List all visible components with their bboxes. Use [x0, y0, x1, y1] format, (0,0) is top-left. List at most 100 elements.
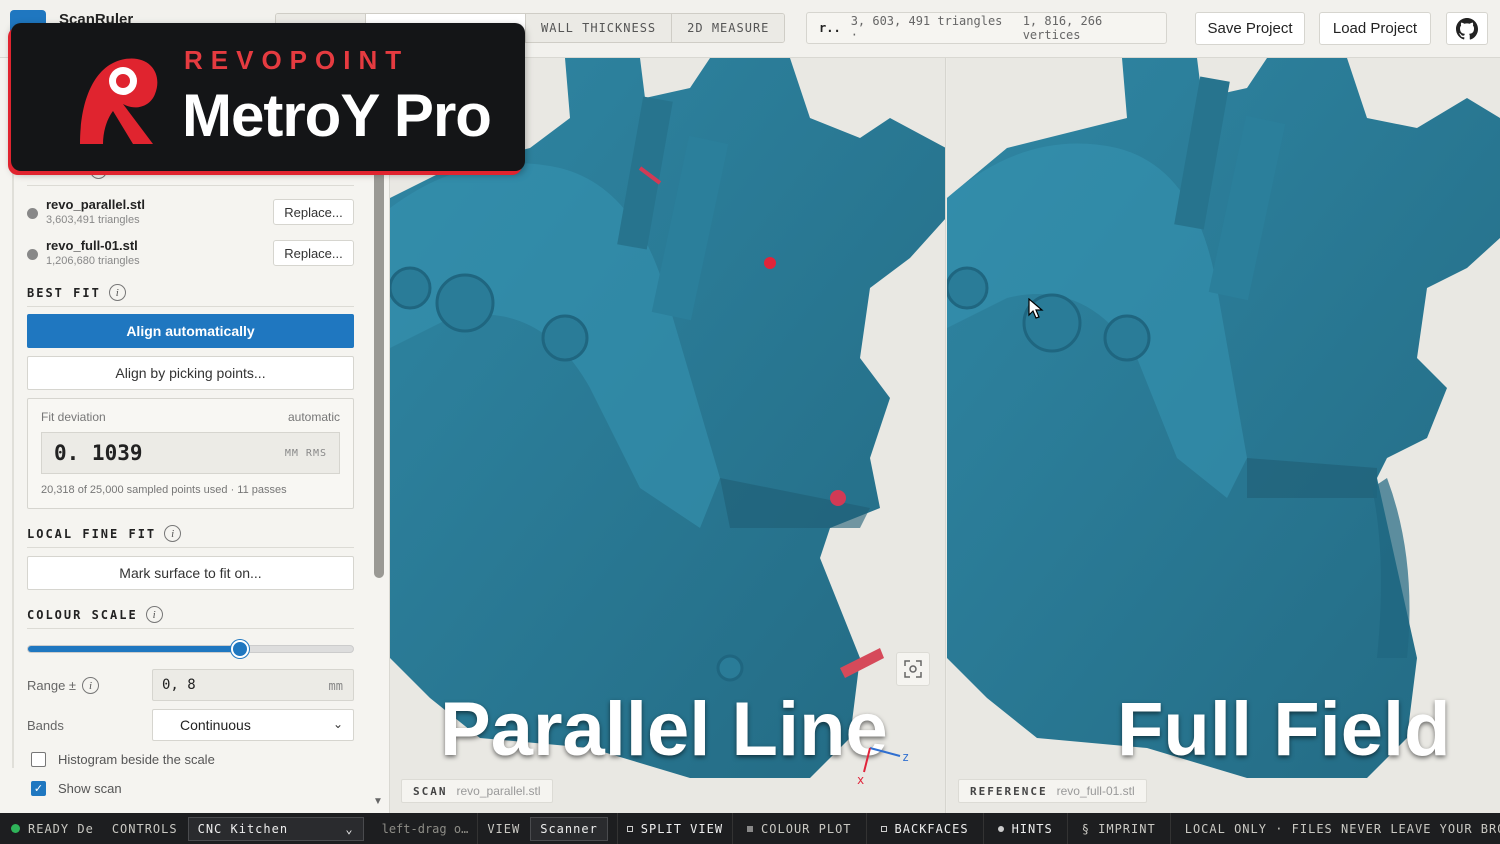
scan-viewport[interactable]: Parallel Line z x SCAN revo_parallel.stl: [390, 58, 946, 813]
best-fit-title-text: BEST FIT: [27, 285, 101, 300]
tab-wall-thickness[interactable]: WALL THICKNESS: [526, 14, 673, 42]
save-project-button[interactable]: Save Project: [1195, 12, 1305, 45]
range-label: Range ± i: [27, 677, 100, 694]
align-automatically-button[interactable]: Align automatically: [27, 314, 354, 348]
range-input[interactable]: 0, 8 mm: [152, 669, 354, 701]
local-fit-title-text: LOCAL FINE FIT: [27, 526, 157, 541]
mesh-name: r..: [819, 21, 841, 35]
colour-scale-section-title: COLOUR SCALE i: [27, 606, 163, 623]
align-by-points-button[interactable]: Align by picking points...: [27, 356, 354, 390]
controls-label: CONTROLS: [111, 821, 178, 836]
fit-mode: automatic: [287, 410, 340, 424]
info-icon[interactable]: i: [164, 525, 182, 542]
revopoint-logo-icon: [80, 58, 158, 144]
backfaces-label: BACKFACES: [894, 821, 969, 836]
fit-deviation-value: 0. 1039: [54, 441, 143, 465]
colour-scale-slider[interactable]: [27, 645, 354, 653]
viewport-caption: Parallel Line: [440, 687, 888, 772]
split-view-toggle[interactable]: SPLIT VIEW: [616, 813, 732, 844]
toggle-icon: [626, 825, 633, 832]
model-status-dot: [27, 208, 38, 219]
viewport-caption: Full Field: [1117, 687, 1451, 772]
range-value: 0, 8: [162, 677, 196, 693]
sidebar-rail: [12, 168, 14, 768]
focus-frame-icon: [904, 660, 922, 678]
reference-viewport[interactable]: Full Field REFERENCE revo_full-01.stl: [947, 58, 1500, 813]
split-view-label: SPLIT VIEW: [640, 821, 724, 836]
model-status-dot: [27, 249, 38, 260]
local-fine-fit-section-title: LOCAL FINE FIT i: [27, 525, 182, 542]
fit-deviation-panel: Fit deviation automatic 0. 1039 MM RMS 2…: [27, 398, 354, 509]
load-project-button[interactable]: Load Project: [1319, 12, 1431, 45]
viewport-tag-file: revo_full-01.stl: [1056, 784, 1135, 798]
range-unit: mm: [328, 679, 343, 693]
status-ready: READY De: [0, 813, 103, 844]
vertex-count: 1, 816, 266 vertices: [1022, 14, 1103, 42]
tab-2d-measure[interactable]: 2D MEASURE: [672, 14, 785, 42]
toggle-icon: [997, 825, 1004, 832]
mouse-hint: left-drag o…: [381, 821, 469, 836]
histogram-label: Histogram beside the scale: [58, 752, 215, 767]
histogram-checkbox-row[interactable]: Histogram beside the scale: [31, 752, 215, 767]
colour-plot-toggle[interactable]: COLOUR PLOT: [732, 813, 865, 844]
colour-plot-label: COLOUR PLOT: [761, 821, 852, 836]
github-icon: [1456, 17, 1478, 40]
divider: [27, 306, 354, 307]
model-name: revo_full-01.stl: [46, 238, 138, 253]
brand-product: MetroY Pro: [182, 82, 492, 149]
mouse-cursor-icon: [1028, 298, 1044, 319]
hints-toggle[interactable]: HINTS: [982, 813, 1067, 844]
fit-view-button[interactable]: [896, 652, 930, 686]
privacy-note: LOCAL ONLY · FILES NEVER LEAVE YOUR BROW…: [1169, 813, 1500, 844]
chevron-down-icon: ⌄: [345, 821, 354, 836]
controls-value: CNC Kitchen: [197, 821, 289, 836]
axis-gizmo: z x: [857, 747, 909, 786]
fit-deviation-unit: MM RMS: [284, 448, 327, 459]
toggle-icon: [880, 825, 887, 832]
axis-z-label: z: [902, 750, 909, 764]
mark-surface-button[interactable]: Mark surface to fit on...: [27, 556, 354, 590]
triangle-count: 3, 603, 491 triangles ·: [850, 14, 1003, 42]
backfaces-toggle[interactable]: BACKFACES: [865, 813, 983, 844]
scroll-down-icon[interactable]: ▼: [373, 796, 383, 807]
controls-select[interactable]: CNC Kitchen ⌄: [187, 816, 364, 841]
divider: [27, 547, 354, 548]
bands-value: Continuous: [180, 717, 251, 733]
replace-button[interactable]: Replace...: [273, 199, 354, 225]
best-fit-section-title: BEST FIT i: [27, 284, 126, 301]
controls-group: CONTROLS CNC Kitchen ⌄: [103, 813, 373, 844]
status-bar: READY De CONTROLS CNC Kitchen ⌄ left-dra…: [0, 813, 1500, 844]
mesh-stats: r.. 3, 603, 491 triangles · 1, 816, 266 …: [806, 12, 1167, 44]
slider-fill: [28, 646, 241, 652]
info-icon[interactable]: i: [145, 606, 163, 623]
divider: [27, 185, 354, 186]
imprint-link[interactable]: § IMPRINT: [1066, 813, 1170, 844]
view-value: Scanner: [540, 821, 598, 836]
replace-button[interactable]: Replace...: [273, 240, 354, 266]
viewport-tag-file: revo_parallel.stl: [456, 784, 541, 798]
info-icon[interactable]: i: [108, 284, 126, 301]
hints-label: HINTS: [1011, 821, 1053, 836]
slider-handle[interactable]: [230, 640, 249, 658]
viewport-tag: REFERENCE revo_full-01.stl: [958, 779, 1147, 803]
sidebar-scrollbar[interactable]: [374, 168, 384, 578]
model-triangles: 3,603,491 triangles: [46, 214, 140, 226]
status-dot-icon: [11, 824, 20, 833]
brand-overlay: REVOPOINT MetroY Pro: [11, 23, 525, 171]
show-scan-checkbox[interactable]: ✓: [31, 781, 46, 796]
colour-scale-title-text: COLOUR SCALE: [27, 607, 138, 622]
brand-name: REVOPOINT: [184, 45, 410, 75]
info-icon[interactable]: i: [82, 677, 100, 694]
view-select[interactable]: Scanner: [530, 816, 608, 841]
github-button[interactable]: [1446, 12, 1488, 45]
range-label-text: Range ±: [27, 678, 77, 693]
divider: [27, 628, 354, 629]
bands-select[interactable]: Continuous ⌄: [152, 709, 354, 741]
show-scan-checkbox-row[interactable]: ✓ Show scan: [31, 781, 122, 796]
viewport-tag: SCAN revo_parallel.stl: [401, 779, 553, 803]
view-label: VIEW: [487, 821, 521, 836]
histogram-checkbox[interactable]: [31, 752, 46, 767]
fit-sample-note: 20,318 of 25,000 sampled points used · 1…: [41, 484, 287, 496]
show-scan-label: Show scan: [58, 781, 122, 796]
chevron-down-icon: ⌄: [332, 717, 343, 731]
